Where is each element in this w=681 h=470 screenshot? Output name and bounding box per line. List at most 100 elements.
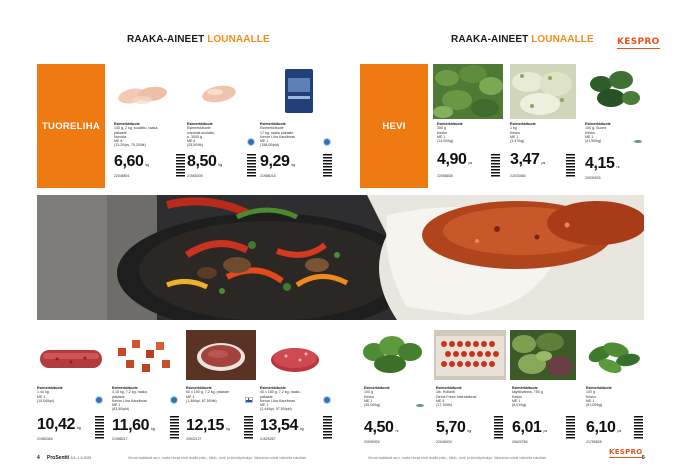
product-photo-sprouts: [510, 64, 576, 119]
price-value: 5,70: [436, 419, 466, 436]
footer-date: 8.5.-1.9.2025: [70, 456, 92, 460]
product-card: Esimerkkituote 1,44 kg ME 1 (15,00/kpl) 10,…: [37, 330, 107, 450]
product-card: Esimerkkituote 100 g Kesko ME 1 (45,00/kg) 4…: [360, 330, 430, 450]
brand-name: ProSentti: [47, 455, 70, 461]
price-value: 6,10: [586, 419, 616, 436]
product-desc: (25,50/ltk): [187, 143, 203, 148]
product-card: Esimerkkituote Esimerkkituote 17 kg, raaka…: [260, 64, 340, 188]
price-value: 12,15: [186, 417, 225, 434]
barcode-icon: [494, 416, 503, 440]
price-unit: ps: [468, 161, 473, 165]
product-price: 6,10 ps: [586, 420, 621, 439]
finnish-flag-icon: [245, 397, 253, 403]
product-card: Esimerkkituote 100 g Kesko ME 1 (61,00/kg) 6…: [584, 330, 646, 450]
product-price: 9,29 kg: [260, 154, 295, 173]
price-unit: kg: [145, 163, 150, 167]
product-desc: (45,00/kg): [364, 403, 381, 408]
product-code: 21759828: [586, 440, 602, 444]
price-unit: kg: [300, 427, 304, 431]
category-hevi: HEVI: [360, 64, 428, 188]
product-desc: (13,20/ps, 79,20/ltk): [114, 143, 146, 148]
product-desc: (2,44/kpl, 97,50/pkt): [260, 407, 292, 412]
price-unit: ps: [541, 161, 546, 165]
product-code: 22048501: [114, 174, 130, 178]
product-price: 6,01 ps: [512, 420, 547, 439]
product-card: Esimerkkituote 40 x 180 g, 7,2 kg, raaka,…: [260, 330, 340, 450]
barcode-icon: [170, 416, 179, 440]
product-card: Esimerkkituote 350 g Kesko ME 1 (14,00/kg) 4…: [433, 64, 503, 188]
barcode-icon: [247, 154, 256, 178]
page-title-right: RAAKA-AINEET LOUNAALLE: [451, 34, 594, 45]
price-value: 4,90: [437, 151, 467, 168]
page-number-left: 4: [37, 455, 40, 461]
product-desc: (15,00/kpl): [37, 398, 54, 403]
price-value: 3,47: [510, 151, 540, 168]
product-card: Esimerkkituote 140 g, 2 kg, suolattu, raa…: [112, 64, 185, 188]
page-number-right: 5: [642, 455, 645, 461]
price-unit: kg: [218, 163, 223, 167]
category-tuoreliha: TUORELIHA: [37, 64, 105, 188]
price-unit: ps: [617, 429, 622, 433]
title-main: RAAKA-AINEET: [127, 34, 205, 45]
leaf-icon: [634, 140, 642, 143]
product-photo-herbs: [585, 64, 643, 119]
product-price: 10,42 kg: [37, 417, 81, 436]
product-photo-green-leaves: [584, 330, 644, 380]
product-code: 21983346: [37, 437, 53, 441]
product-code: 20542127: [186, 437, 202, 441]
price-unit: kg: [226, 427, 230, 431]
price-value: 8,50: [187, 153, 217, 170]
title-accent: LOUNAALLE: [531, 34, 594, 45]
quality-badge-icon: [323, 138, 331, 146]
barcode-icon: [95, 416, 104, 440]
price-value: 6,01: [512, 419, 542, 436]
footer-note-right: Hinnat sisältävät alv:n, mutta hinnat ei…: [368, 456, 548, 460]
product-code: 22046009: [436, 440, 452, 444]
product-desc: (17,10/ltk): [436, 403, 452, 408]
barcode-icon: [323, 154, 332, 178]
product-price: 6,60 kg: [114, 154, 149, 173]
quality-badge-icon: [95, 396, 103, 404]
product-photo-herb-bunch: [360, 330, 426, 380]
product-code: 21565205: [187, 174, 203, 178]
price-unit: kg: [467, 429, 472, 433]
footer-brand: ProSentti 8.5.-1.9.2025: [47, 455, 91, 461]
product-photo-burger: [266, 338, 324, 378]
product-code: 21988217: [112, 437, 128, 441]
barcode-icon: [323, 416, 332, 440]
product-desc: (8,01/kg): [512, 403, 527, 408]
product-photo-patty: [186, 330, 256, 380]
footer-note-left: Hinnat sisältävät alv:n, mutta hinnat ei…: [128, 456, 308, 460]
product-desc: (158,00/pkt): [260, 143, 280, 148]
product-price: 4,15 rs: [585, 156, 619, 175]
price-unit: kg: [151, 427, 155, 431]
product-card: Esimerkkituote 100 g, Suomi Kesko ME 1 (41,5…: [583, 64, 645, 188]
product-price: 4,90 ps: [437, 152, 472, 171]
product-photo-package: [282, 66, 316, 116]
product-code: 21988216: [260, 174, 276, 178]
barcode-icon: [634, 416, 643, 440]
quality-badge-icon: [247, 138, 255, 146]
product-photo-spinach: [433, 64, 503, 119]
price-value: 10,42: [37, 416, 76, 433]
barcode-icon: [491, 154, 500, 178]
product-desc: (1,46/kpl, 87,50/ltk): [186, 398, 217, 403]
price-value: 9,29: [260, 153, 290, 170]
quality-badge-icon: [170, 396, 178, 404]
hero-food-photo: [37, 195, 644, 320]
product-photo-meatballs: [112, 330, 178, 380]
price-unit: kg: [77, 426, 81, 430]
title-main: RAAKA-AINEET: [451, 34, 529, 45]
barcode-icon: [176, 154, 185, 178]
product-photo-mince-roll: [37, 340, 105, 376]
product-desc: (14,00/kg): [437, 139, 454, 144]
product-price: 3,47 ps: [510, 152, 545, 171]
product-card: Esimerkkituote 4,15 kg, 7,2 kg, raaka, pak…: [112, 330, 182, 450]
product-code: 20939926: [364, 440, 380, 444]
kespro-logo: KESPRO: [617, 37, 660, 49]
price-unit: rs: [616, 165, 620, 169]
product-code: 22033466: [510, 174, 526, 178]
product-card: Esimerkkituote 60 x 150 g, 7,2 kg, pakast…: [186, 330, 256, 450]
quality-badge-icon: [323, 396, 331, 404]
page-title-left: RAAKA-AINEET LOUNAALLE: [127, 34, 270, 45]
